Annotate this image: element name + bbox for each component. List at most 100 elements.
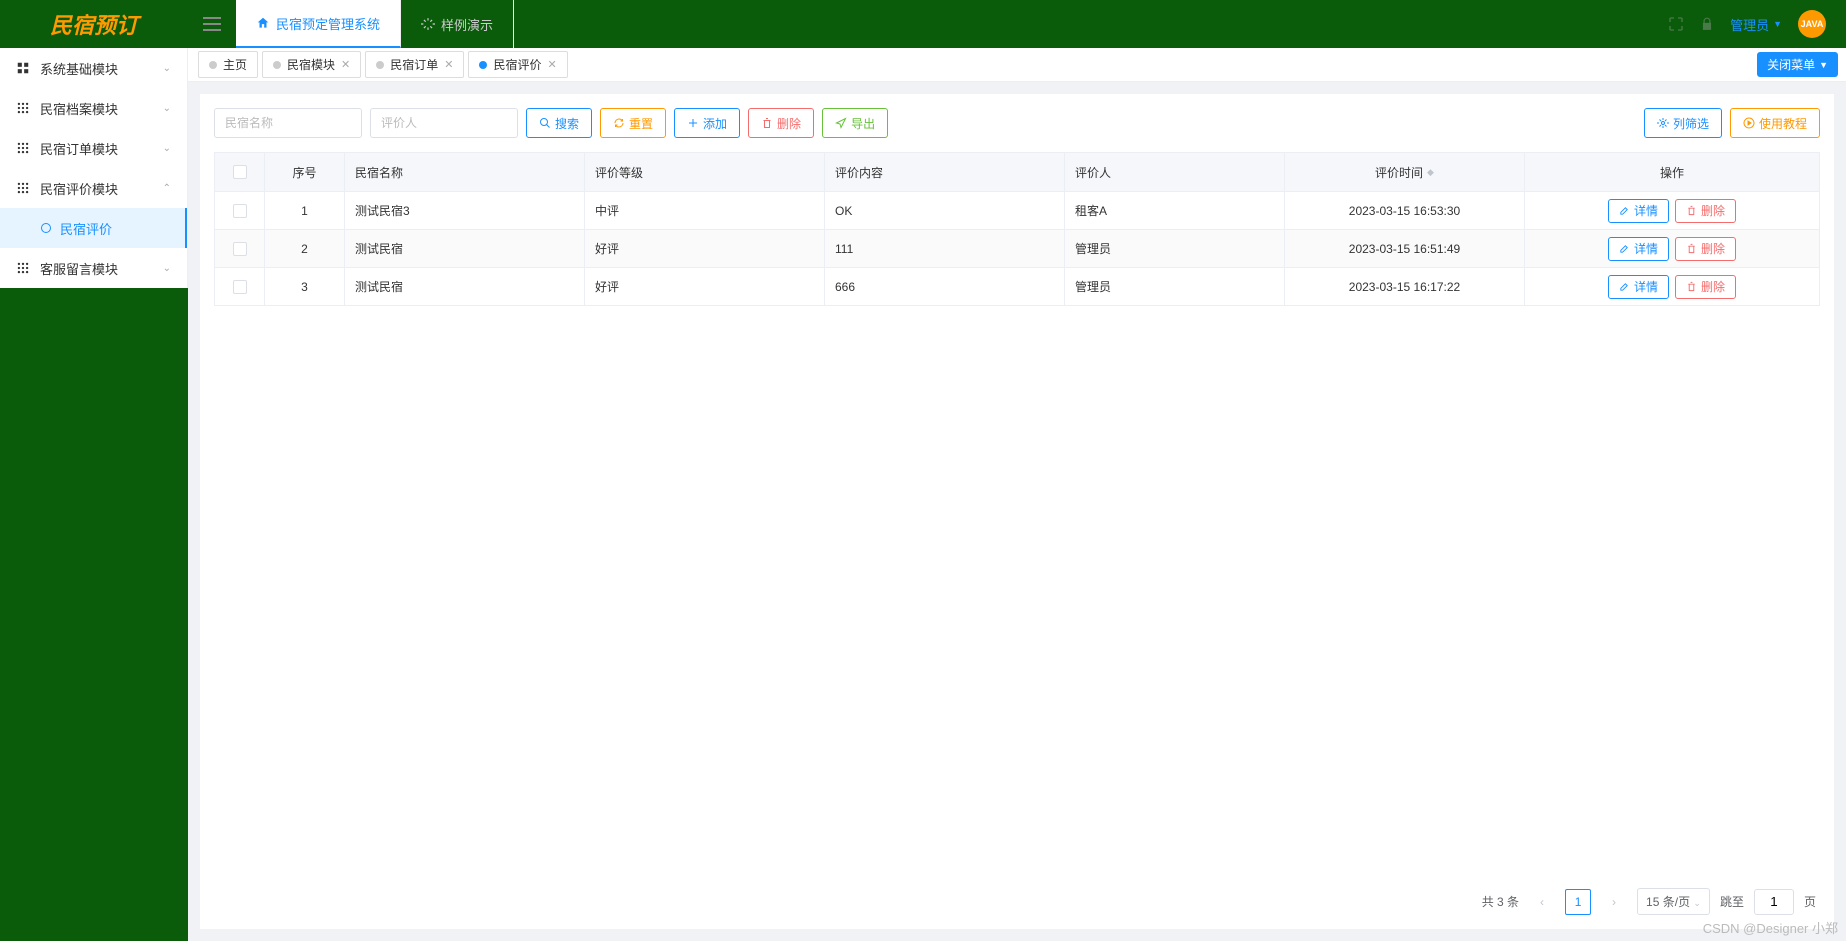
play-icon bbox=[1743, 117, 1755, 129]
sidebar-item-order[interactable]: 民宿订单模块 ⌄ bbox=[0, 128, 187, 168]
next-page-button[interactable]: › bbox=[1601, 889, 1627, 915]
close-icon[interactable]: ✕ bbox=[341, 58, 350, 71]
search-button[interactable]: 搜索 bbox=[526, 108, 592, 138]
cell-num: 2 bbox=[265, 230, 345, 267]
tutorial-button[interactable]: 使用教程 bbox=[1730, 108, 1820, 138]
page-tabs-bar: 主页 民宿模块 ✕ 民宿订单 ✕ 民宿评价 ✕ 关 bbox=[188, 48, 1846, 82]
reset-button[interactable]: 重置 bbox=[600, 108, 666, 138]
cell-content: 666 bbox=[825, 268, 1065, 305]
page-tab-review[interactable]: 民宿评价 ✕ bbox=[468, 51, 567, 78]
plus-icon bbox=[687, 117, 699, 129]
chevron-up-icon: ⌃ bbox=[163, 183, 171, 194]
page-tab-label: 民宿订单 bbox=[390, 56, 438, 73]
table-row: 3 测试民宿 好评 666 管理员 2023-03-15 16:17:22 详情… bbox=[215, 267, 1819, 305]
avatar[interactable]: JAVA bbox=[1798, 10, 1826, 38]
th-action: 操作 bbox=[1525, 153, 1819, 191]
close-menu-button[interactable]: 关闭菜单 ▼ bbox=[1757, 52, 1838, 77]
row-checkbox[interactable] bbox=[233, 280, 247, 294]
page-tab-order[interactable]: 民宿订单 ✕ bbox=[365, 51, 464, 78]
header-tab-label: 民宿预定管理系统 bbox=[276, 14, 380, 33]
row-delete-button[interactable]: 删除 bbox=[1675, 237, 1736, 261]
row-delete-button[interactable]: 删除 bbox=[1675, 199, 1736, 223]
jump-page-input[interactable] bbox=[1754, 889, 1794, 915]
page-tab-label: 民宿评价 bbox=[493, 56, 541, 73]
cell-time: 2023-03-15 16:53:30 bbox=[1285, 192, 1525, 229]
add-button[interactable]: 添加 bbox=[674, 108, 740, 138]
watermark: CSDN @Designer 小郑 bbox=[1703, 918, 1838, 937]
detail-button[interactable]: 详情 bbox=[1608, 237, 1669, 261]
app-header: 民宿预订 民宿预定管理系统 样例演示 管理员 ▼ JAVA bbox=[0, 0, 1846, 48]
row-delete-button[interactable]: 删除 bbox=[1675, 275, 1736, 299]
tab-dot-icon bbox=[273, 61, 281, 69]
module-icon bbox=[16, 61, 30, 75]
cell-name: 测试民宿 bbox=[345, 268, 585, 305]
detail-button[interactable]: 详情 bbox=[1608, 275, 1669, 299]
logo-text: 民宿预订 bbox=[50, 8, 138, 40]
page-tab-label: 主页 bbox=[223, 56, 247, 73]
page-tab-module[interactable]: 民宿模块 ✕ bbox=[262, 51, 361, 78]
header-right: 管理员 ▼ JAVA bbox=[1668, 10, 1846, 38]
user-menu[interactable]: 管理员 ▼ bbox=[1730, 15, 1782, 34]
sidebar-item-archive[interactable]: 民宿档案模块 ⌄ bbox=[0, 88, 187, 128]
chevron-down-icon: ▼ bbox=[1773, 19, 1782, 29]
page-size-select[interactable]: 15 条/页 ⌄ bbox=[1637, 888, 1710, 915]
hamburger-icon bbox=[203, 17, 221, 31]
cell-num: 3 bbox=[265, 268, 345, 305]
gear-icon bbox=[1657, 117, 1669, 129]
close-icon[interactable]: ✕ bbox=[548, 58, 557, 71]
search-name-input[interactable] bbox=[214, 108, 362, 138]
send-icon bbox=[835, 117, 847, 129]
delete-button[interactable]: 删除 bbox=[748, 108, 814, 138]
tab-dot-icon bbox=[209, 61, 217, 69]
detail-button[interactable]: 详情 bbox=[1608, 199, 1669, 223]
prev-page-button[interactable]: ‹ bbox=[1529, 889, 1555, 915]
close-icon[interactable]: ✕ bbox=[444, 58, 453, 71]
grid-icon bbox=[16, 181, 30, 195]
sidebar-item-label: 系统基础模块 bbox=[40, 59, 118, 78]
edit-icon bbox=[1619, 243, 1630, 254]
trash-icon bbox=[1686, 243, 1697, 254]
row-checkbox[interactable] bbox=[233, 242, 247, 256]
chevron-down-icon: ⌄ bbox=[1693, 898, 1701, 908]
select-all-checkbox[interactable] bbox=[233, 165, 247, 179]
fullscreen-icon[interactable] bbox=[1668, 16, 1684, 32]
search-icon bbox=[539, 117, 551, 129]
sidebar-item-review[interactable]: 民宿评价模块 ⌃ bbox=[0, 168, 187, 208]
sparkle-icon bbox=[421, 17, 435, 31]
page-tab-label: 民宿模块 bbox=[287, 56, 335, 73]
jump-label: 跳至 bbox=[1720, 893, 1744, 910]
header-tab-demo[interactable]: 样例演示 bbox=[401, 0, 514, 48]
row-checkbox[interactable] bbox=[233, 204, 247, 218]
cell-person: 租客A bbox=[1065, 192, 1285, 229]
sidebar-item-message[interactable]: 客服留言模块 ⌄ bbox=[0, 248, 187, 288]
cell-time: 2023-03-15 16:17:22 bbox=[1285, 268, 1525, 305]
total-count: 共 3 条 bbox=[1482, 893, 1519, 910]
cell-level: 好评 bbox=[585, 230, 825, 267]
button-label: 使用教程 bbox=[1759, 115, 1807, 132]
trash-icon bbox=[761, 117, 773, 129]
th-time[interactable]: 评价时间◆ bbox=[1285, 153, 1525, 191]
th-level: 评价等级 bbox=[585, 153, 825, 191]
lock-icon[interactable] bbox=[1700, 16, 1714, 32]
page-tab-home[interactable]: 主页 bbox=[198, 51, 258, 78]
chevron-down-icon: ⌄ bbox=[163, 63, 171, 74]
sidebar-subitem-review[interactable]: 民宿评价 bbox=[0, 208, 187, 248]
grid-icon bbox=[16, 141, 30, 155]
column-filter-button[interactable]: 列筛选 bbox=[1644, 108, 1722, 138]
trash-icon bbox=[1686, 281, 1697, 292]
sort-icon: ◆ bbox=[1427, 167, 1434, 178]
table-row: 2 测试民宿 好评 111 管理员 2023-03-15 16:51:49 详情… bbox=[215, 229, 1819, 267]
menu-toggle-button[interactable] bbox=[188, 0, 236, 48]
page-suffix: 页 bbox=[1804, 893, 1816, 910]
search-person-input[interactable] bbox=[370, 108, 518, 138]
page-size-label: 15 条/页 bbox=[1646, 895, 1690, 909]
sidebar-item-system[interactable]: 系统基础模块 ⌄ bbox=[0, 48, 187, 88]
cell-level: 中评 bbox=[585, 192, 825, 229]
page-number-button[interactable]: 1 bbox=[1565, 889, 1591, 915]
export-button[interactable]: 导出 bbox=[822, 108, 888, 138]
sidebar: 系统基础模块 ⌄ 民宿档案模块 ⌄ 民宿订单模块 ⌄ 民宿评价模块 ⌃ bbox=[0, 48, 188, 941]
sidebar-subitem-label: 民宿评价 bbox=[60, 219, 112, 238]
tab-dot-icon bbox=[479, 61, 487, 69]
header-tab-system[interactable]: 民宿预定管理系统 bbox=[236, 0, 401, 48]
chevron-down-icon: ⌄ bbox=[163, 103, 171, 114]
